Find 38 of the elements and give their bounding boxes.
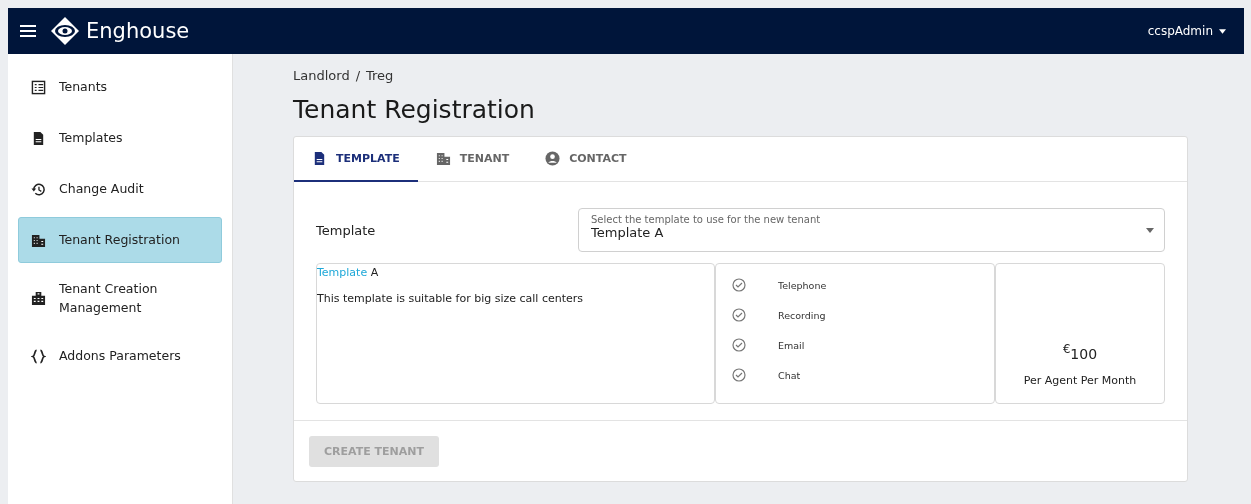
caret-icon xyxy=(1219,28,1226,34)
sidebar-item[interactable]: Templates xyxy=(18,115,222,161)
breadcrumb-item[interactable]: Landlord xyxy=(293,68,350,83)
person-circle-icon xyxy=(545,151,561,166)
dropdown-caret-icon xyxy=(1146,228,1154,233)
price-period: Per Agent Per Month xyxy=(1023,374,1137,387)
page-title: Tenant Registration xyxy=(293,95,536,124)
feature-label: Telephone xyxy=(778,279,827,291)
breadcrumb-item: / xyxy=(355,68,361,83)
sidebar-item[interactable]: Change Audit xyxy=(18,166,222,212)
sidebar-item[interactable]: Addons Parameters xyxy=(18,333,222,379)
history-icon xyxy=(31,181,46,197)
sidebar-item[interactable]: Tenant Creation Management xyxy=(18,268,222,328)
braces-icon xyxy=(31,348,46,364)
file-icon xyxy=(312,151,327,166)
tab[interactable]: CONTACT xyxy=(527,137,645,182)
price-amount: $^{€}$100 xyxy=(1062,342,1098,362)
menu-icon[interactable] xyxy=(20,25,36,37)
building-icon xyxy=(31,232,46,248)
table-icon xyxy=(31,79,46,95)
brand-name: Enghouse xyxy=(86,19,190,43)
city-icon xyxy=(31,290,46,306)
template-description: This template is suitable for big size call centers xyxy=(317,292,584,305)
feature-label: Email xyxy=(778,339,805,351)
field-label: Template xyxy=(316,222,377,238)
sidebar-item[interactable]: Tenants xyxy=(18,64,222,110)
sidebar-item[interactable]: Tenant Registration xyxy=(18,217,222,263)
template-select[interactable]: Select the template to use for the new tenant Template A xyxy=(578,208,1165,252)
file-icon xyxy=(31,130,46,146)
tab[interactable]: TENANT xyxy=(417,137,528,182)
template-name: A xyxy=(370,266,379,279)
eye-logo-icon xyxy=(50,16,80,46)
breadcrumb-item[interactable]: Treg xyxy=(366,68,394,83)
user-menu[interactable]: ccspAdmin xyxy=(1141,23,1232,39)
building-icon xyxy=(435,151,451,166)
tab[interactable]: TEMPLATE xyxy=(294,137,418,182)
feature-label: Chat xyxy=(778,369,801,381)
feature-label: Recording xyxy=(778,309,826,321)
